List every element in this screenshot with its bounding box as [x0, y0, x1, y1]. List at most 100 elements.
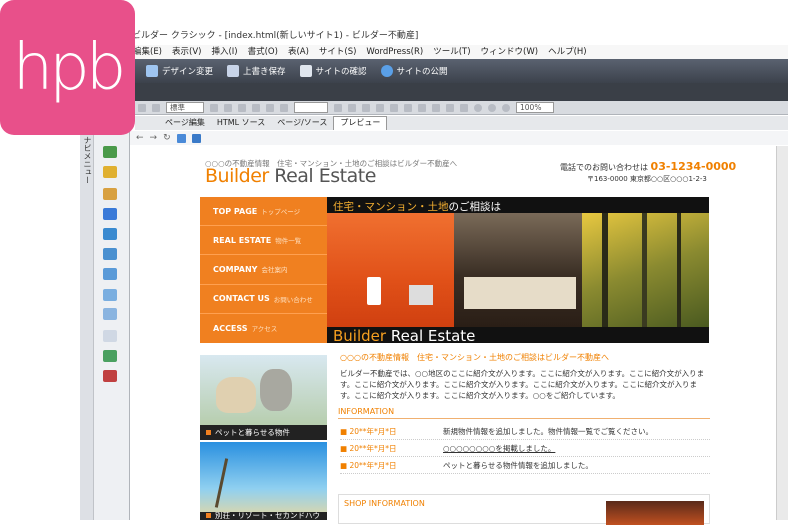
- tool-item-gallery-icon[interactable]: [103, 248, 117, 260]
- resort-banner-image[interactable]: [200, 442, 327, 520]
- site-nav-access[interactable]: ACCESS アクセス: [200, 314, 327, 343]
- pet-banner-caption[interactable]: ペットと暮らせる物件: [200, 425, 327, 440]
- shop-info-heading: SHOP INFORMATION: [344, 499, 425, 508]
- hero-title: 住宅・マンション・土地のご相談は: [333, 201, 501, 213]
- information-heading: INFORMATION: [338, 407, 710, 419]
- menu-insert[interactable]: 挿入(I): [211, 45, 237, 59]
- info-text: ペットと暮らせる物件情報を追加しました。: [443, 460, 593, 470]
- zoom-reset-icon[interactable]: [502, 103, 510, 112]
- menu-edit[interactable]: 編集(E): [133, 45, 162, 59]
- italic-icon[interactable]: [348, 103, 356, 112]
- redo-icon[interactable]: [152, 103, 160, 112]
- site-check-label: サイトの確認: [315, 67, 367, 77]
- site-nav-top-page[interactable]: TOP PAGE トップページ: [200, 197, 327, 227]
- zoom-out-icon[interactable]: [488, 103, 496, 112]
- tool-item-image-icon[interactable]: [103, 208, 117, 220]
- overwrite-save-button[interactable]: 上書き保存: [227, 65, 286, 77]
- list-icon[interactable]: [252, 103, 260, 112]
- menu-format[interactable]: 書式(O): [248, 45, 278, 59]
- tool-item-sitemap-icon[interactable]: [103, 350, 117, 362]
- tab-page-source[interactable]: ページ/ソース: [271, 116, 333, 130]
- highlight-icon[interactable]: [390, 103, 398, 112]
- design-change-button[interactable]: デザイン変更: [146, 65, 213, 77]
- intro-body: ビルダー不動産では、○○地区のここに紹介文が入ります。ここに紹介文が入ります。こ…: [340, 369, 705, 400]
- intro-heading: ○○○の不動産情報 住宅・マンション・土地のご相談はビルダー不動産へ: [340, 353, 609, 362]
- logo-text: hpb: [12, 30, 127, 105]
- save-icon: [227, 65, 240, 77]
- home-icon[interactable]: [176, 133, 186, 143]
- back-arrow-icon[interactable]: ←: [136, 133, 144, 143]
- resort-banner-caption[interactable]: 別荘・リゾート・セカンドハウス: [200, 512, 327, 520]
- tool-item-layout-icon[interactable]: [103, 268, 117, 280]
- bold-icon[interactable]: [334, 103, 342, 112]
- site-brand[interactable]: Builder Real Estate: [205, 165, 376, 187]
- menu-tools[interactable]: ツール(T): [433, 45, 470, 59]
- image-icon[interactable]: [418, 103, 426, 112]
- tool-item-list-icon[interactable]: [103, 308, 117, 320]
- zoom-in-icon[interactable]: [474, 103, 482, 112]
- reload-icon[interactable]: ↻: [163, 133, 171, 143]
- forward-arrow-icon[interactable]: →: [150, 133, 158, 143]
- menu-table[interactable]: 表(A): [288, 45, 309, 59]
- tool-item-cart-icon[interactable]: [103, 370, 117, 382]
- menu-help[interactable]: ヘルプ(H): [548, 45, 587, 59]
- site-check-button[interactable]: サイトの確認: [299, 65, 367, 77]
- tab-page-edit[interactable]: ページ編集: [139, 116, 211, 130]
- contact-phone: 03-1234-0000: [650, 160, 737, 173]
- tool-item-person-icon[interactable]: [103, 146, 117, 158]
- tool-item-pencil-icon[interactable]: [103, 166, 117, 178]
- tool-item-box-icon[interactable]: [103, 188, 117, 200]
- menu-wordpress[interactable]: WordPress(R): [366, 45, 423, 59]
- preview-nav-bar: ← → ↻: [130, 131, 788, 145]
- site-publish-label: サイトの公開: [396, 67, 448, 77]
- align-right-icon[interactable]: [238, 103, 246, 112]
- window-title: ビルダー クラシック - [index.html(新しいサイト1) - ビルダー…: [132, 31, 419, 41]
- tool-item-grid-icon[interactable]: [103, 289, 117, 301]
- align-left-icon[interactable]: [210, 103, 218, 112]
- menu-window[interactable]: ウィンドウ(W): [481, 45, 539, 59]
- hero-photo-bedroom: [454, 213, 582, 327]
- info-row[interactable]: ■ 20**年*月*日 ○○○○○○○○を掲載しました。: [340, 440, 710, 457]
- site-nav-company[interactable]: COMPANY 会社案内: [200, 255, 327, 285]
- menu-view[interactable]: 表示(V): [172, 45, 201, 59]
- browser-icon[interactable]: [191, 133, 201, 143]
- tool-item-page-icon[interactable]: [103, 330, 117, 342]
- anchor-icon[interactable]: [446, 103, 454, 112]
- site-publish-button[interactable]: サイトの公開: [380, 65, 448, 77]
- design-change-label: デザイン変更: [162, 67, 214, 77]
- site-nav-contact[interactable]: CONTACT US お問い合わせ: [200, 285, 327, 314]
- info-date: ■ 20**年*月*日: [340, 460, 397, 470]
- globe-icon: [380, 65, 393, 77]
- strike-icon[interactable]: [362, 103, 370, 112]
- font-size-select[interactable]: [294, 102, 328, 113]
- preview-scrollbar[interactable]: [776, 146, 788, 520]
- color-icon[interactable]: [376, 103, 384, 112]
- table-icon[interactable]: [404, 103, 412, 112]
- info-row[interactable]: ■ 20**年*月*日 ペットと暮らせる物件情報を追加しました。: [340, 457, 710, 474]
- brand-builder: Builder: [205, 165, 269, 187]
- font-icon[interactable]: [280, 103, 288, 112]
- design-icon: [146, 65, 158, 77]
- bullet-icon: [206, 513, 211, 518]
- indent-icon[interactable]: [266, 103, 274, 112]
- hero-brand: Builder Real Estate: [333, 327, 476, 345]
- style-select[interactable]: 標準: [166, 102, 204, 113]
- site-nav-real-estate[interactable]: REAL ESTATE 物件一覧: [200, 226, 327, 256]
- tab-preview[interactable]: プレビュー: [333, 116, 388, 130]
- hero-banner: [327, 197, 709, 343]
- zoom-select[interactable]: 100%: [516, 102, 554, 113]
- info-row[interactable]: ■ 20**年*月*日 新規物件情報を追加しました。物件情報一覧でご覧ください。: [340, 423, 710, 440]
- link-icon[interactable]: [432, 103, 440, 112]
- info-text: ○○○○○○○○を掲載しました。: [443, 443, 556, 453]
- site-nav-menu: TOP PAGE トップページ REAL ESTATE 物件一覧 COMPANY 会社…: [200, 197, 327, 343]
- info-text: 新規物件情報を追加しました。物件情報一覧でご覧ください。: [443, 426, 653, 436]
- tool-item-media-icon[interactable]: [103, 228, 117, 240]
- align-center-icon[interactable]: [224, 103, 232, 112]
- form-icon[interactable]: [460, 103, 468, 112]
- menu-site[interactable]: サイト(S): [319, 45, 357, 59]
- tab-html-source[interactable]: HTML ソース: [211, 116, 271, 130]
- site-check-icon: [299, 65, 312, 77]
- undo-icon[interactable]: [138, 103, 146, 112]
- bullet-icon: [206, 430, 211, 435]
- view-tab-bar: ページ編集 HTML ソース ページ/ソース プレビュー: [135, 116, 788, 130]
